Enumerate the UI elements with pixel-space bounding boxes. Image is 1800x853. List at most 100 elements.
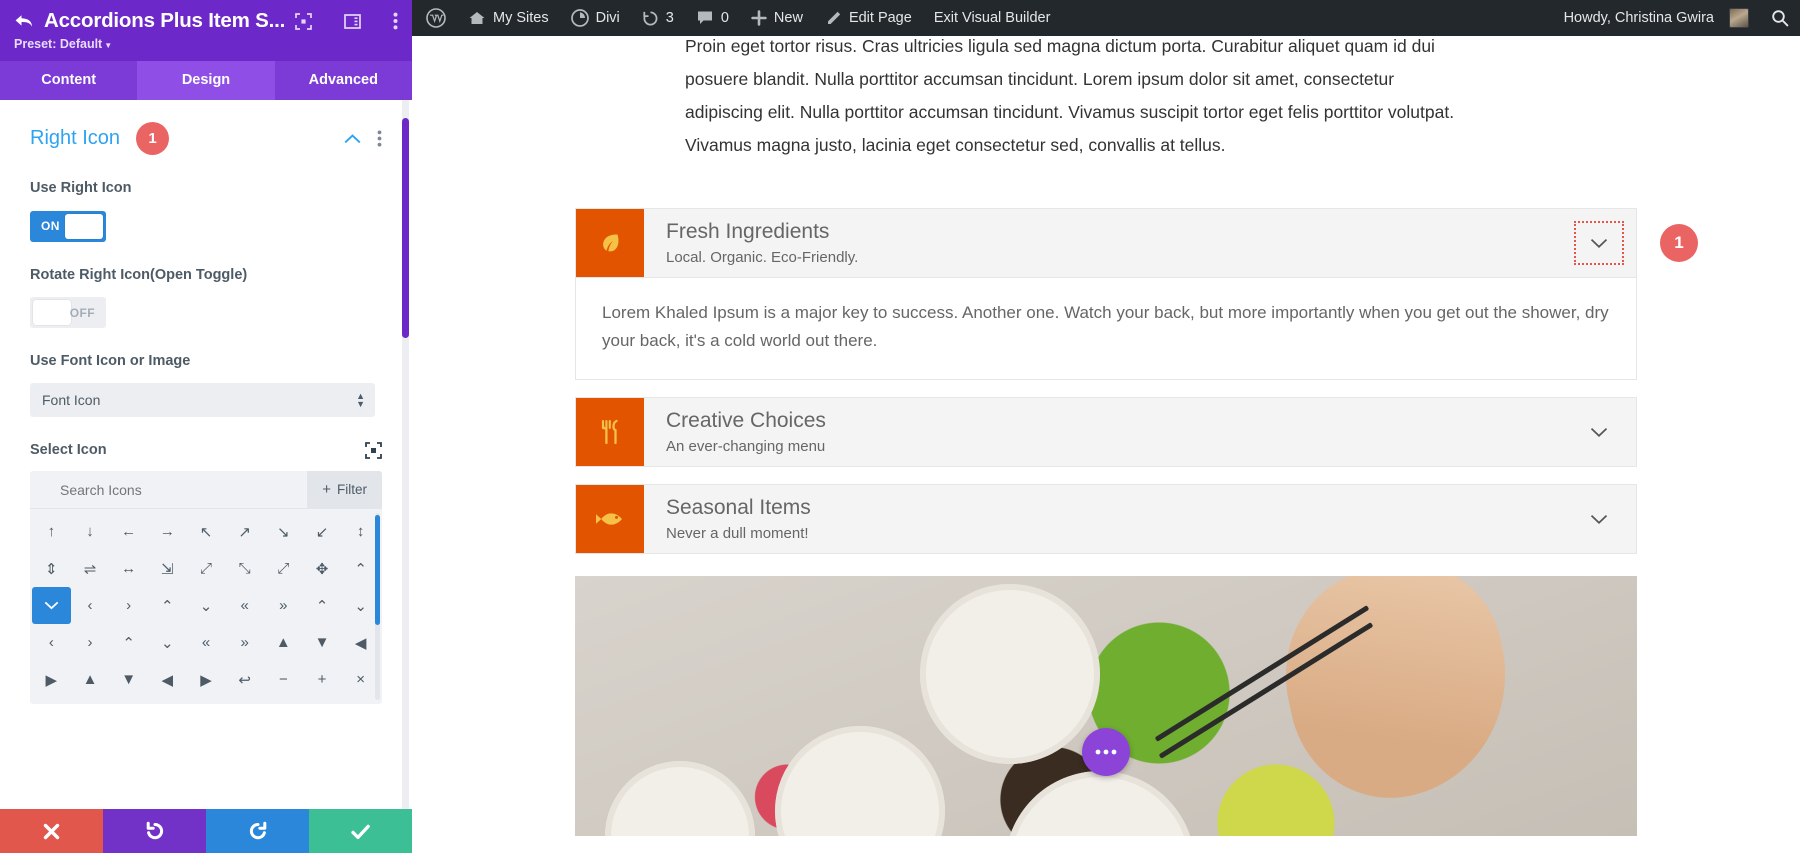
icon-cell-circle-double-chevron-right[interactable]: » [225, 624, 264, 661]
kebab-menu-icon[interactable] [393, 12, 398, 30]
cancel-button[interactable] [0, 809, 103, 853]
icon-grid-scrollbar-thumb[interactable] [375, 515, 380, 626]
icon-cell-arrow-left[interactable]: ← [109, 513, 148, 550]
icon-cell-circle-double-chevron-up[interactable]: ⌃ [109, 624, 148, 661]
adminbar-new[interactable]: New [740, 0, 814, 36]
icon-cell-triangle-down[interactable]: ▼ [303, 624, 342, 661]
icon-cell-arrow-diag-downright[interactable]: ⇲ [148, 550, 187, 587]
section-kebab-menu-icon[interactable] [377, 130, 382, 147]
icon-cell-circle-chevron-right[interactable]: › [71, 624, 110, 661]
adminbar-exit-visual-builder[interactable]: Exit Visual Builder [923, 0, 1062, 36]
icon-cell-arrow-up-right[interactable]: ↗ [225, 513, 264, 550]
icon-cell-circle-triangle-down[interactable]: ▼ [109, 661, 148, 698]
toggle-state-label: ON [41, 219, 60, 234]
icon-cell-arrow-up[interactable]: ↑ [32, 513, 71, 550]
panel-layout-icon[interactable] [344, 13, 361, 30]
filter-button[interactable]: + Filter [307, 471, 382, 509]
redo-button[interactable] [206, 809, 309, 853]
panel-scrollbar-thumb[interactable] [402, 118, 409, 338]
tab-design[interactable]: Design [137, 61, 275, 100]
chevron-up-icon[interactable] [344, 133, 361, 144]
filter-label: Filter [337, 482, 367, 498]
adminbar-my-sites[interactable]: My Sites [457, 0, 560, 36]
icon-cell-arrow-down[interactable]: ↓ [71, 513, 110, 550]
icon-cell-double-chevron-left[interactable]: « [225, 587, 264, 624]
bowl-greens [920, 584, 1100, 764]
updates-icon [642, 10, 659, 27]
icon-cell-chevron-down[interactable] [32, 587, 71, 625]
wp-admin-bar: My Sites Divi 3 0 New Edit Page Exit Vis… [412, 0, 1800, 36]
module-settings-panel: Accordions Plus Item S... Preset: Defaul… [0, 0, 412, 853]
undo-button[interactable] [103, 809, 206, 853]
icon-cell-arrow-expand-diag[interactable]: ⤢ [187, 550, 226, 587]
settings-action-bar [0, 809, 412, 853]
adminbar-edit-page-label: Edit Page [848, 10, 912, 26]
icon-cell-circle-triangle-left[interactable]: ◀ [148, 661, 187, 698]
icon-cell-arrow-right[interactable]: → [148, 513, 187, 550]
toggle-state-label: OFF [69, 305, 95, 320]
annotation-badge: 1 [1660, 224, 1698, 262]
icon-cell-plus[interactable]: + [303, 661, 342, 698]
icon-cell-arrow-updown[interactable]: ⇕ [32, 550, 71, 587]
adminbar-divi[interactable]: Divi [560, 0, 631, 36]
fullscreen-icon[interactable] [295, 12, 312, 30]
icon-cell-arrows-move[interactable]: ✥ [303, 550, 342, 587]
accordion-toggle-chevron-down-icon[interactable] [1562, 209, 1636, 277]
toggle-use-right-icon[interactable]: ON [30, 210, 106, 242]
icon-cell-circle-triangle-up[interactable]: ▲ [71, 661, 110, 698]
adminbar-comments[interactable]: 0 [685, 0, 740, 36]
icon-cell-circle-triangle-right[interactable]: ▶ [187, 661, 226, 698]
icon-cell-arrow-exchange[interactable]: ⇌ [71, 550, 110, 587]
icon-cell-double-chevron-down[interactable]: ⌄ [187, 587, 226, 624]
accordion-header[interactable]: Fresh Ingredients Local. Organic. Eco-Fr… [575, 208, 1698, 278]
save-button[interactable] [309, 809, 412, 853]
icon-cell-arrow-expand-out[interactable]: ⤢ [264, 550, 303, 587]
adminbar-updates[interactable]: 3 [631, 0, 685, 36]
accordion-toggle-chevron-down-icon[interactable] [1562, 485, 1636, 553]
field-select-icon: Select Icon + [30, 441, 382, 705]
icon-cell-circle-chevron-up[interactable]: ⌃ [303, 587, 342, 624]
icon-cell-triangle-right[interactable]: ▶ [32, 661, 71, 698]
chevron-down-icon: ▼ [104, 41, 113, 50]
hand [1265, 576, 1529, 817]
preset-selector[interactable]: Preset: Default ▼ [14, 37, 398, 51]
icon-cell-arrow-down-left[interactable]: ↙ [303, 513, 342, 550]
icon-picker: + Filter ↑ ↓ ← → ↖ ↗ ↘ [30, 471, 382, 705]
search-input[interactable] [30, 481, 308, 498]
accordion-header[interactable]: Creative Choices An ever-changing menu [575, 397, 1637, 467]
icon-cell-double-chevron-right[interactable]: » [264, 587, 303, 624]
toggle-rotate-right-icon[interactable]: OFF [30, 297, 106, 329]
icon-cell-arrow-leftright[interactable]: ↔ [109, 550, 148, 587]
icon-cell-circle-double-chevron-left[interactable]: « [187, 624, 226, 661]
intro-paragraph: Proin eget tortor risus. Cras ultricies … [685, 36, 1527, 162]
leaf-icon [576, 209, 644, 277]
adminbar-search[interactable] [1760, 0, 1800, 36]
icon-cell-arrow-up-left[interactable]: ↖ [187, 513, 226, 550]
adminbar-account[interactable]: Howdy, Christina Gwira [1553, 0, 1760, 36]
icon-cell-arrow-down-right[interactable]: ↘ [264, 513, 303, 550]
icon-cell-circle-chevron-left[interactable]: ‹ [32, 624, 71, 661]
icon-cell-circle-double-chevron-down[interactable]: ⌄ [148, 624, 187, 661]
adminbar-howdy-label: Howdy, Christina Gwira [1563, 10, 1714, 26]
select-updown-icon: ▲ ▼ [356, 390, 365, 409]
back-arrow-icon[interactable] [14, 13, 34, 29]
icon-cell-triangle-up[interactable]: ▲ [264, 624, 303, 661]
icon-cell-chevron-left[interactable]: ‹ [71, 587, 110, 624]
module-settings-ellipsis-icon[interactable] [1082, 728, 1130, 776]
adminbar-wordpress-logo[interactable] [412, 0, 457, 36]
select-value: Font Icon [42, 391, 101, 408]
tab-content[interactable]: Content [0, 61, 138, 100]
icon-cell-double-chevron-up[interactable]: ⌃ [148, 587, 187, 624]
icon-cell-arrow-collapse-in[interactable]: ⤡ [225, 550, 264, 587]
accordion-header[interactable]: Seasonal Items Never a dull moment! [575, 484, 1637, 554]
icon-cell-chevron-right[interactable]: › [109, 587, 148, 624]
target-reset-icon[interactable] [365, 442, 382, 459]
icon-cell-arrow-return[interactable]: ↩ [225, 661, 264, 698]
tab-advanced[interactable]: Advanced [274, 61, 412, 100]
section-header-right-icon: Right Icon 1 [30, 122, 382, 155]
adminbar-edit-page[interactable]: Edit Page [814, 0, 923, 36]
select-font-icon-or-image[interactable]: Font Icon ▲ ▼ [30, 382, 375, 417]
icon-cell-minus[interactable]: − [264, 661, 303, 698]
icon-grid: ↑ ↓ ← → ↖ ↗ ↘ ↙ ↕ ⇕ ⇌ ↔ ⇲ ⤢ ⤡ ⤢ ✥ ⌃ ‹ › … [30, 509, 382, 704]
accordion-toggle-chevron-down-icon[interactable] [1562, 398, 1636, 466]
